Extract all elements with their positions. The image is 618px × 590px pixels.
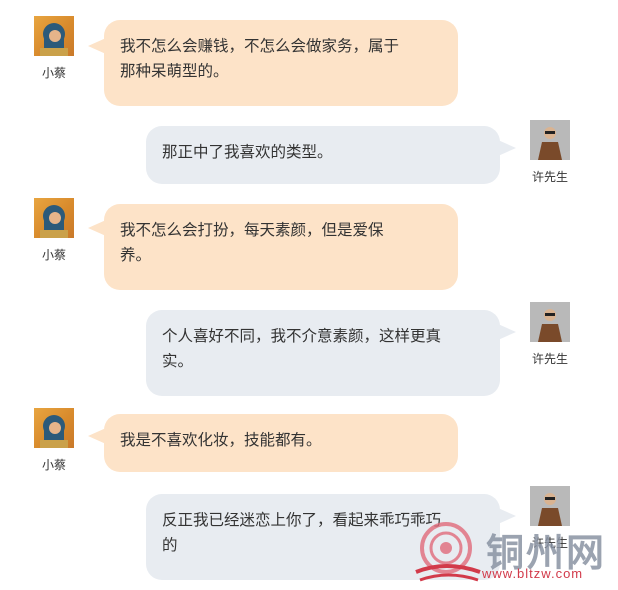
- message-bubble[interactable]: 那正中了我喜欢的类型。: [146, 126, 500, 184]
- avatar[interactable]: [34, 198, 74, 238]
- girl-avatar-icon: [40, 205, 68, 238]
- girl-avatar-icon: [40, 23, 68, 56]
- sender-name: 小蔡: [41, 458, 66, 472]
- watermark-url: www.bltzw.com: [482, 566, 584, 581]
- message-line: 我是不喜欢化妆，技能都有。: [120, 431, 322, 449]
- message-bubble[interactable]: 个人喜好不同，我不介意素颜，这样更真 实。: [146, 310, 500, 396]
- sender-name: 许先生: [531, 352, 568, 366]
- avatar[interactable]: [34, 408, 74, 448]
- avatar[interactable]: [530, 302, 570, 342]
- message-bubble[interactable]: 我是不喜欢化妆，技能都有。: [104, 414, 458, 472]
- message-line: 那种呆萌型的。: [120, 62, 229, 80]
- message-line: 个人喜好不同，我不介意素颜，这样更真: [162, 327, 442, 345]
- message-bubble[interactable]: 我不怎么会赚钱，不怎么会做家务，属于 那种呆萌型的。: [104, 20, 458, 106]
- message-line: 我不怎么会赚钱，不怎么会做家务，属于: [120, 37, 400, 55]
- avatar[interactable]: [530, 120, 570, 160]
- message-line: 那正中了我喜欢的类型。: [162, 143, 333, 161]
- message-line: 我不怎么会打扮，每天素颜，但是爱保: [120, 221, 384, 239]
- message-line: 实。: [162, 352, 194, 370]
- message-bubble[interactable]: 我不怎么会打扮，每天素颜，但是爱保 养。: [104, 204, 458, 290]
- bubble-tail: [498, 324, 516, 340]
- avatar[interactable]: [34, 16, 74, 56]
- man-avatar-icon: [530, 120, 570, 160]
- man-avatar-icon: [530, 302, 570, 342]
- sender-name: 小蔡: [41, 248, 66, 262]
- site-watermark: 铜州网 www.bltzw.com: [414, 520, 614, 586]
- sender-name: 许先生: [531, 170, 568, 184]
- sender-name: 小蔡: [41, 66, 66, 80]
- bubble-tail: [498, 140, 516, 156]
- watermark-logo-icon: [415, 522, 481, 582]
- message-line: 养。: [120, 246, 152, 264]
- girl-avatar-icon: [40, 415, 68, 448]
